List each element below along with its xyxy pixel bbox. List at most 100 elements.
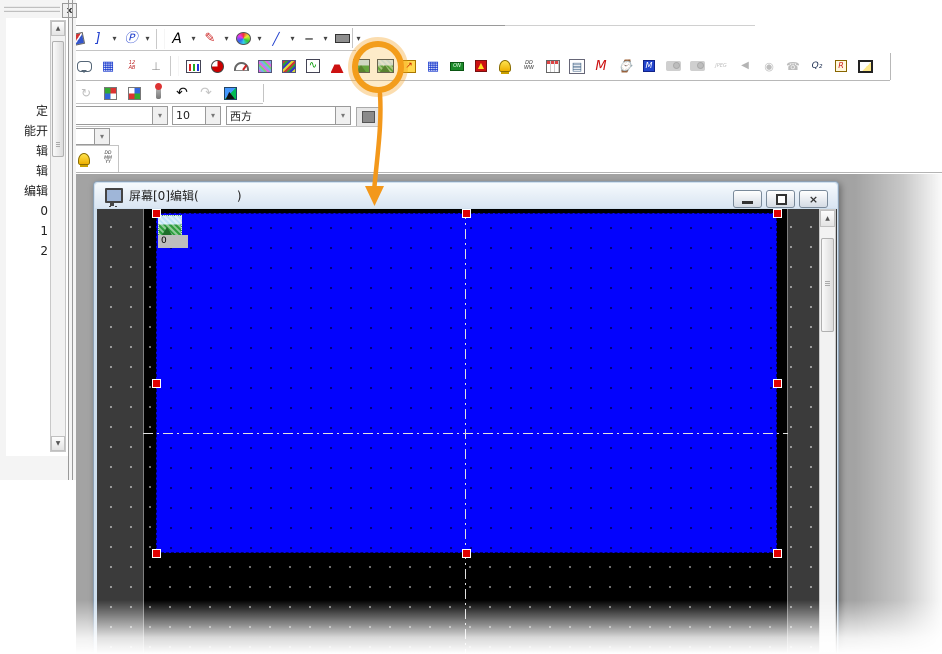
dropdown-caret-icon[interactable]: ▾ [187, 28, 200, 50]
sidebar-item[interactable]: 辑 [6, 161, 48, 181]
mail-part-button[interactable]: M [589, 54, 613, 78]
image-object-icon[interactable] [158, 215, 182, 236]
dropdown-caret-icon[interactable]: ▾ [352, 28, 365, 50]
sidebar-item[interactable]: 0 [6, 201, 48, 221]
sidebar-item[interactable]: 1 [6, 221, 48, 241]
handset-button[interactable]: ☎ [781, 54, 805, 78]
xy-plot-button[interactable]: ↗ [397, 54, 421, 78]
font-size-caret-icon[interactable]: ▾ [205, 107, 220, 124]
operator-button[interactable]: Q₂ [805, 54, 829, 78]
ungroup-button[interactable] [122, 81, 146, 105]
clamp-button[interactable]: ⊥ [144, 54, 168, 78]
sidebar-item[interactable]: 能开 [6, 121, 48, 141]
dropdown-caret-icon[interactable]: ▾ [253, 28, 266, 50]
canvas-scrollbar-thumb[interactable] [821, 238, 834, 332]
canvas-scroll-up-icon[interactable]: ▲ [820, 210, 835, 227]
rotate-right-button[interactable]: ↻ [74, 81, 98, 105]
charset-combo[interactable]: 西方 ▾ [226, 106, 351, 125]
dropdown-caret-icon[interactable]: ▾ [108, 28, 121, 50]
line-tool-button[interactable]: ╱ [266, 28, 286, 50]
group-button[interactable] [98, 81, 122, 105]
bar-graph-button[interactable] [181, 54, 205, 78]
selection-handle[interactable] [153, 210, 160, 217]
panel-part-button[interactable] [853, 54, 877, 78]
projector-button[interactable] [685, 54, 709, 78]
screen-list-scrollbar[interactable]: ▲ ▼ [50, 20, 66, 452]
data-table-button[interactable]: ▦ [421, 54, 445, 78]
scrollbar-thumb[interactable] [52, 41, 64, 157]
select-part-button[interactable] [218, 81, 242, 105]
ascii-display-button[interactable]: 12 AB [120, 54, 144, 78]
undo-button[interactable]: ↶ [170, 81, 194, 105]
text-tool-button[interactable]: A [167, 28, 187, 50]
image-1-button[interactable] [349, 54, 373, 78]
selection-handle[interactable] [774, 380, 781, 387]
meter-button[interactable] [229, 54, 253, 78]
dropdown-caret-icon[interactable]: ▾ [286, 28, 299, 50]
minimize-button[interactable] [733, 190, 762, 208]
scroll-up-icon[interactable]: ▲ [51, 21, 65, 36]
dropdown-caret-icon[interactable]: ▾ [319, 28, 332, 50]
notepad-button[interactable]: ▤ [565, 54, 589, 78]
camera-button[interactable] [661, 54, 685, 78]
jpeg-button[interactable]: JPEG [709, 54, 733, 78]
panel-divider-2[interactable] [72, 0, 73, 480]
bell-alarm-button[interactable] [493, 54, 517, 78]
panel-close-button[interactable]: x [62, 3, 77, 18]
canvas-vscrollbar[interactable]: ▲ [819, 209, 836, 653]
alarm-display-button[interactable]: ▲ [469, 54, 493, 78]
scroll-down-icon[interactable]: ▼ [51, 436, 65, 451]
pattern-1-button[interactable] [253, 54, 277, 78]
panel-grip[interactable] [4, 6, 60, 8]
selection-handle[interactable] [153, 380, 160, 387]
sidebar-item[interactable]: 2 [6, 241, 48, 261]
date-quick-button[interactable]: DD MM YY [96, 147, 120, 171]
rect-tool-button[interactable] [332, 28, 352, 50]
recipe-box-button[interactable]: R [829, 54, 853, 78]
toolbar-parts: 123▦▦▦12 AB⊥∿↗▦ON▲DD WW▤M⌚MJPEG◀◉☎Q₂R [0, 53, 877, 79]
hline-tool-button[interactable]: ─ [299, 28, 319, 50]
selection-handle[interactable] [463, 210, 470, 217]
selection-handle[interactable] [463, 550, 470, 557]
ruler-tool-button[interactable]: ] [88, 28, 108, 50]
trend-graph-button[interactable]: ∿ [301, 54, 325, 78]
font-size-combo[interactable]: 10 ▾ [172, 106, 221, 125]
flask-button[interactable] [325, 54, 349, 78]
sidebar-item[interactable]: 编辑 [6, 181, 48, 201]
webcam-button[interactable]: ◉ [757, 54, 781, 78]
palette-tool-icon [236, 32, 251, 45]
editor-titlebar[interactable]: 屏幕[0]编辑( ) × [95, 183, 837, 208]
image-2-button[interactable] [373, 54, 397, 78]
date-week-button[interactable]: DD WW [517, 54, 541, 78]
redo-button[interactable]: ↷ [194, 81, 218, 105]
font-color-button[interactable] [356, 107, 380, 127]
sidebar-item[interactable]: 辑 [6, 141, 48, 161]
dropdown-caret-icon[interactable]: ▾ [220, 28, 233, 50]
close-button[interactable]: × [799, 190, 828, 208]
pen-tool-button[interactable]: ✎ [200, 28, 220, 50]
editor-canvas[interactable]: 0 ▲ [97, 209, 837, 653]
sidebar-item[interactable]: 定 [6, 101, 48, 121]
pattern-2-button[interactable] [277, 54, 301, 78]
selection-handle[interactable] [153, 550, 160, 557]
font-name-caret-icon[interactable]: ▾ [152, 107, 167, 124]
selected-element[interactable] [156, 213, 777, 553]
screen-select-caret-icon[interactable]: ▾ [94, 129, 109, 144]
stopwatch-button[interactable]: ⌚ [613, 54, 637, 78]
pin-button[interactable] [146, 81, 170, 105]
onoff-display-button[interactable]: ON [445, 54, 469, 78]
speaker-button[interactable]: ◀ [733, 54, 757, 78]
palette-tool-button[interactable] [233, 28, 253, 50]
charset-caret-icon[interactable]: ▾ [335, 107, 350, 124]
p-mark-tool-button[interactable]: Ⓟ [121, 28, 141, 50]
selection-handle[interactable] [774, 210, 781, 217]
panel-grip2[interactable] [4, 10, 60, 12]
restore-button[interactable] [766, 190, 795, 208]
calendar-button[interactable] [541, 54, 565, 78]
memory-card-button[interactable]: M [637, 54, 661, 78]
keypad-display-button[interactable]: ▦ [96, 54, 120, 78]
dropdown-caret-icon[interactable]: ▾ [141, 28, 154, 50]
pie-graph-button[interactable] [205, 54, 229, 78]
window-title: 屏幕[0]编辑( ) [129, 187, 242, 204]
selection-handle[interactable] [774, 550, 781, 557]
